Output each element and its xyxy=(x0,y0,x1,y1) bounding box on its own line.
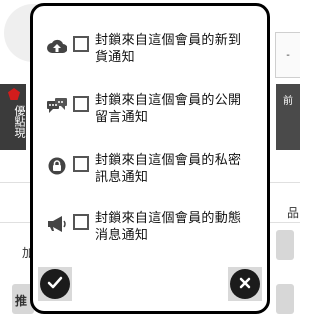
block-option-activity: 封鎖來自這個會員的動態消息通知 xyxy=(47,210,261,244)
lock-icon xyxy=(47,156,67,176)
block-option-new-arrival: 封鎖來自這個會員的新到貨通知 xyxy=(47,32,261,66)
background-button xyxy=(276,230,294,260)
background-right-button: - xyxy=(275,32,300,78)
chat-bubbles-icon xyxy=(47,96,67,116)
close-icon xyxy=(238,275,252,294)
cancel-button[interactable] xyxy=(230,269,260,299)
block-option-private-message: 封鎖來自這個會員的私密訊息通知 xyxy=(47,152,261,186)
block-option-label: 封鎖來自這個會員的新到貨通知 xyxy=(95,33,242,65)
confirm-button[interactable] xyxy=(40,269,70,299)
block-option-label: 封鎖來自這個會員的動態消息通知 xyxy=(95,211,242,243)
block-option-checkbox[interactable] xyxy=(73,96,89,112)
background-right-button-label: - xyxy=(286,49,290,61)
megaphone-icon xyxy=(47,214,67,234)
confirm-button-frame xyxy=(38,267,72,301)
block-option-checkbox[interactable] xyxy=(73,36,89,52)
block-option-public-comment: 封鎖來自這個會員的公開留言通知 xyxy=(47,92,261,126)
background-side-char: 推 xyxy=(15,294,28,308)
block-option-label: 封鎖來自這個會員的私密訊息通知 xyxy=(95,153,242,185)
background-right-tab: 前 xyxy=(276,84,300,150)
notification-block-dialog: 封鎖來自這個會員的新到貨通知 封鎖來自這個會員的公開留言通知 封鎖來自這個會員的… xyxy=(30,3,270,314)
background-left-tab-label: 優點現 xyxy=(13,104,26,138)
upload-cloud-icon xyxy=(47,36,67,56)
background-side-char: 品 xyxy=(287,206,300,220)
checkmark-icon xyxy=(47,275,63,294)
background-right-tab-label: 前 xyxy=(283,96,293,107)
background-button xyxy=(276,284,294,314)
cancel-button-frame xyxy=(228,267,262,301)
block-option-label: 封鎖來自這個會員的公開留言通知 xyxy=(95,93,242,125)
block-option-checkbox[interactable] xyxy=(73,156,89,172)
block-option-checkbox[interactable] xyxy=(73,214,89,230)
